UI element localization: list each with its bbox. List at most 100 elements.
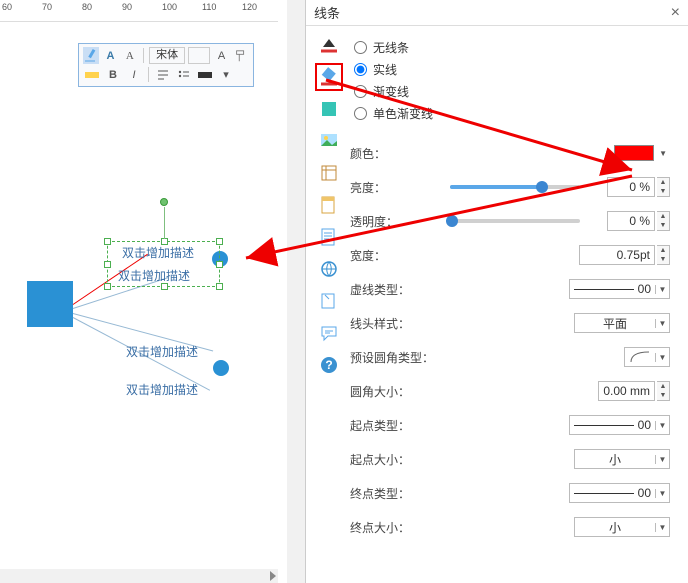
font-pick-icon[interactable]: A bbox=[122, 47, 138, 64]
node-label[interactable]: 双击增加描述 bbox=[126, 343, 198, 360]
chevron-down-icon[interactable]: ▼ bbox=[655, 523, 669, 532]
chevron-down-icon[interactable]: ▼ bbox=[655, 421, 669, 430]
chevron-down-icon[interactable]: ▼ bbox=[655, 285, 669, 294]
label-arrow-style: 线头样式： bbox=[350, 315, 450, 332]
slider-opacity[interactable] bbox=[450, 219, 580, 223]
bold-icon[interactable]: B bbox=[104, 66, 122, 83]
radio-solid[interactable] bbox=[354, 63, 367, 76]
round-preset-select[interactable]: ▼ bbox=[624, 347, 670, 367]
canvas-scrollbar-horizontal[interactable] bbox=[0, 569, 278, 583]
shape-fill-icon[interactable] bbox=[83, 66, 101, 83]
tab-shadow-icon[interactable] bbox=[315, 95, 343, 123]
canvas-scrollbar-vertical[interactable] bbox=[287, 0, 305, 583]
bullets-icon[interactable] bbox=[175, 66, 193, 83]
ruler-tick: 70 bbox=[42, 2, 52, 12]
resize-handle[interactable] bbox=[216, 261, 223, 268]
panel-tab-strip: ? bbox=[306, 26, 344, 583]
radio-label: 单色渐变线 bbox=[373, 105, 433, 122]
chevron-down-icon[interactable]: ▼ bbox=[656, 149, 670, 158]
radio-none[interactable] bbox=[354, 41, 367, 54]
canvas-shape-rect[interactable] bbox=[27, 281, 73, 327]
font-family-select[interactable]: 宋体 bbox=[149, 47, 185, 64]
chevron-down-icon[interactable]: ▼ bbox=[655, 455, 669, 464]
align-icon[interactable] bbox=[154, 66, 172, 83]
rotate-handle[interactable] bbox=[160, 198, 168, 206]
resize-handle[interactable] bbox=[104, 238, 111, 245]
row-round-size: 圆角大小： 0.00 mm ▲▼ bbox=[350, 374, 670, 408]
round-size-value[interactable]: 0.00 mm bbox=[598, 381, 655, 401]
more-icon[interactable]: ▾ bbox=[217, 66, 235, 83]
row-width: 宽度： 0.75pt ▲▼ bbox=[350, 238, 670, 272]
ruler-tick: 60 bbox=[2, 2, 12, 12]
canvas-area: 60 70 80 90 100 110 120 A A 宋体 A B I bbox=[0, 0, 306, 583]
tab-size-icon[interactable] bbox=[315, 159, 343, 187]
node-dot[interactable] bbox=[213, 360, 229, 376]
arrow-style-select[interactable]: 平面 ▼ bbox=[574, 313, 670, 333]
tab-line-icon[interactable] bbox=[315, 63, 343, 91]
paint-format-icon[interactable] bbox=[233, 47, 249, 64]
chevron-down-icon[interactable]: ▼ bbox=[655, 353, 669, 362]
end-size-select[interactable]: 小 ▼ bbox=[574, 517, 670, 537]
end-type-select[interactable]: 00 ▼ bbox=[569, 483, 670, 503]
opacity-value[interactable]: 0 % bbox=[607, 211, 655, 231]
label-dash: 虚线类型： bbox=[350, 281, 450, 298]
tab-fill-icon[interactable] bbox=[315, 31, 343, 59]
resize-handle[interactable] bbox=[216, 283, 223, 290]
tab-comment-icon[interactable] bbox=[315, 319, 343, 347]
resize-handle[interactable] bbox=[161, 238, 168, 245]
tab-text-icon[interactable] bbox=[315, 223, 343, 251]
row-opacity: 透明度： 0 % ▲▼ bbox=[350, 204, 670, 238]
resize-handle[interactable] bbox=[216, 238, 223, 245]
spinner[interactable]: ▲▼ bbox=[657, 177, 670, 197]
line-type-gradient[interactable]: 渐变线 bbox=[354, 80, 670, 102]
row-end-size: 终点大小： 小 ▼ bbox=[350, 510, 670, 544]
label-end-size: 终点大小： bbox=[350, 519, 450, 536]
line-type-onecolor-gradient[interactable]: 单色渐变线 bbox=[354, 102, 670, 124]
tab-link-icon[interactable] bbox=[315, 255, 343, 283]
tab-help-icon[interactable]: ? bbox=[315, 351, 343, 379]
start-type-select[interactable]: 00 ▼ bbox=[569, 415, 670, 435]
spinner[interactable]: ▲▼ bbox=[657, 245, 670, 265]
row-brightness: 亮度： 0 % ▲▼ bbox=[350, 170, 670, 204]
resize-handle[interactable] bbox=[104, 261, 111, 268]
line-type-none[interactable]: 无线条 bbox=[354, 36, 670, 58]
tab-picture-icon[interactable] bbox=[315, 127, 343, 155]
spinner[interactable]: ▲▼ bbox=[657, 211, 670, 231]
radio-onecolor-gradient[interactable] bbox=[354, 107, 367, 120]
ruler-tick: 90 bbox=[122, 2, 132, 12]
floating-format-toolbar[interactable]: A A 宋体 A B I ▾ bbox=[78, 43, 254, 87]
label-start-size: 起点大小： bbox=[350, 451, 450, 468]
spinner[interactable]: ▲▼ bbox=[657, 381, 670, 401]
close-icon[interactable]: × bbox=[671, 4, 680, 22]
line-type-solid[interactable]: 实线 bbox=[354, 58, 670, 80]
row-dash: 虚线类型： 00 ▼ bbox=[350, 272, 670, 306]
start-size-select[interactable]: 小 ▼ bbox=[574, 449, 670, 469]
line-properties-panel: 线条 × ? 无线条 实线 bbox=[306, 0, 688, 583]
resize-handle[interactable] bbox=[104, 283, 111, 290]
style-picker-icon[interactable] bbox=[83, 47, 99, 64]
line-properties-list: 无线条 实线 渐变线 单色渐变线 颜色： ▼ bbox=[344, 26, 688, 583]
radio-gradient[interactable] bbox=[354, 85, 367, 98]
slider-brightness[interactable] bbox=[450, 185, 580, 189]
line-style-icon[interactable] bbox=[196, 66, 214, 83]
ruler-tick: 120 bbox=[242, 2, 257, 12]
row-start-type: 起点类型： 00 ▼ bbox=[350, 408, 670, 442]
chevron-down-icon[interactable]: ▼ bbox=[655, 489, 669, 498]
dash-select[interactable]: 00 ▼ bbox=[569, 279, 670, 299]
node-label[interactable]: 双击增加描述 bbox=[126, 381, 198, 398]
tab-layout-icon[interactable] bbox=[315, 191, 343, 219]
row-arrow-style: 线头样式： 平面 ▼ bbox=[350, 306, 670, 340]
resize-handle[interactable] bbox=[161, 283, 168, 290]
color-swatch[interactable] bbox=[614, 145, 654, 161]
font-grow-icon[interactable]: A bbox=[213, 47, 229, 64]
radio-label: 渐变线 bbox=[373, 83, 409, 100]
tab-spec-icon[interactable] bbox=[315, 287, 343, 315]
width-value[interactable]: 0.75pt bbox=[579, 245, 655, 265]
label-opacity: 透明度： bbox=[350, 213, 450, 230]
label-start-type: 起点类型： bbox=[350, 417, 450, 434]
font-size-select[interactable] bbox=[188, 47, 210, 64]
brightness-value[interactable]: 0 % bbox=[607, 177, 655, 197]
chevron-down-icon[interactable]: ▼ bbox=[655, 319, 669, 328]
font-color-icon[interactable]: A bbox=[102, 47, 118, 64]
italic-icon[interactable]: I bbox=[125, 66, 143, 83]
